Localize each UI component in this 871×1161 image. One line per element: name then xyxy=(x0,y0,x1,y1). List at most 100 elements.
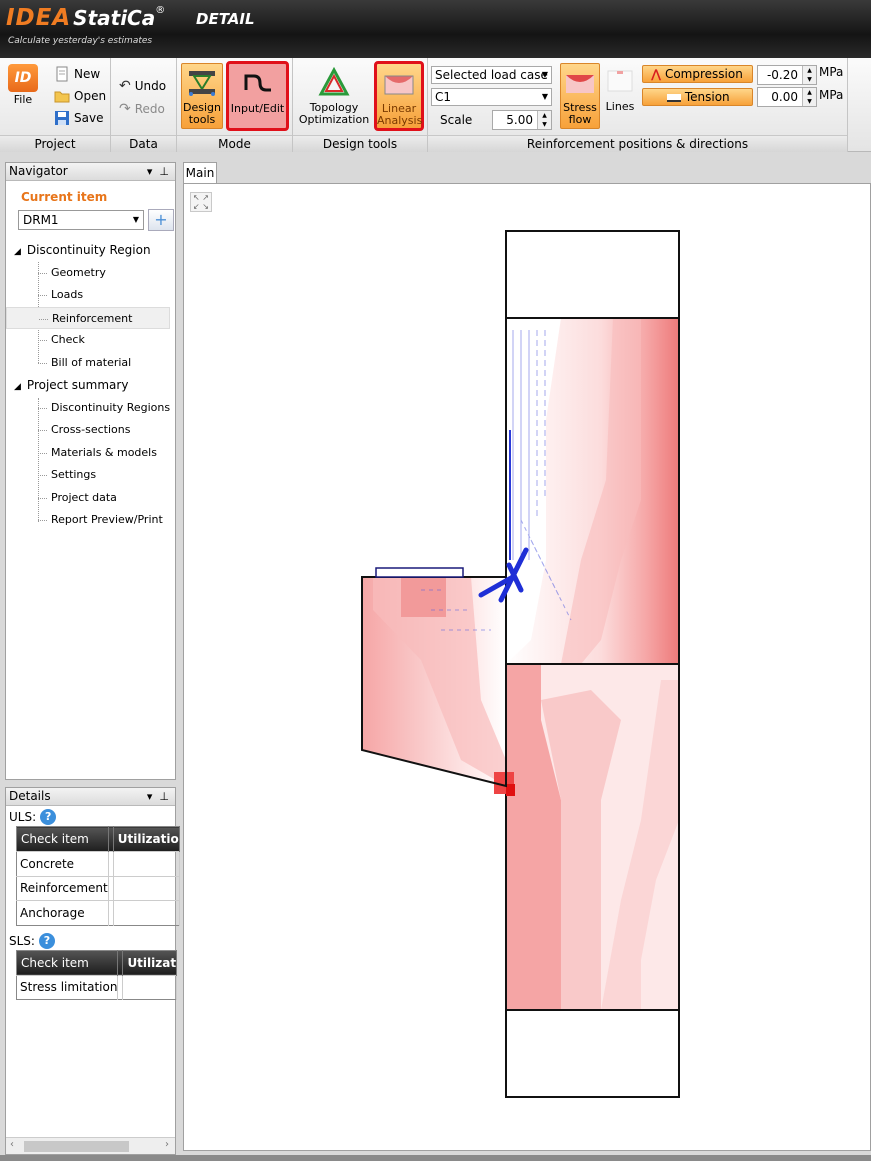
tension-label: Tension xyxy=(684,90,730,104)
scroll-thumb[interactable] xyxy=(24,1141,129,1152)
tree-item-check[interactable]: Check xyxy=(6,329,175,352)
col-utilization[interactable]: Utilizat xyxy=(122,950,178,975)
expand-triangle-icon[interactable]: ◢ xyxy=(14,247,21,257)
spinner-arrows-icon[interactable]: ▲ ▼ xyxy=(537,111,551,129)
help-icon[interactable]: ? xyxy=(40,809,57,825)
tree-label: Geometry xyxy=(51,265,106,279)
app-logo: IDEA StatiCa® xyxy=(6,5,165,31)
tree-item-reinforcement[interactable]: Reinforcement xyxy=(6,306,170,329)
tree-label: Materials & models xyxy=(51,445,157,459)
tree-discontinuity-region[interactable]: ◢ Discontinuity Region xyxy=(6,239,175,262)
expand-triangle-icon[interactable]: ◢ xyxy=(14,382,21,392)
utilization-cell xyxy=(113,900,180,925)
sls-section: SLS: ? xyxy=(6,930,175,950)
open-button[interactable]: Open xyxy=(54,88,106,104)
current-item-label: Current item xyxy=(21,190,108,204)
group-label-data: Data xyxy=(111,135,176,152)
tree-item-materials[interactable]: Materials & models xyxy=(6,442,175,465)
uls-label: ULS: xyxy=(9,810,37,824)
col-utilization[interactable]: Utilizatio xyxy=(113,826,180,852)
table-row[interactable]: Anchorage xyxy=(16,900,180,925)
details-header: Details ▾ ⊥ xyxy=(6,788,175,806)
load-case-type-select[interactable]: Selected load case ▼ xyxy=(431,66,552,84)
file-icon: ID xyxy=(8,64,38,92)
tree-item-loads[interactable]: Loads xyxy=(6,284,175,307)
linear-analysis-button[interactable]: Linear Analysis xyxy=(374,61,424,131)
bearing-stress xyxy=(401,577,446,617)
stress-flow-label: Stress flow xyxy=(563,101,597,126)
pin-icon[interactable]: ▾ ⊥ xyxy=(147,163,169,180)
chevron-down-icon: ▼ xyxy=(541,70,548,79)
tree-item-report[interactable]: Report Preview/Print xyxy=(6,509,175,532)
details-title: Details xyxy=(9,789,51,803)
table-row[interactable]: Stress limitation xyxy=(16,974,178,1000)
linear-analysis-icon xyxy=(384,75,414,95)
spinner-arrows-icon[interactable]: ▲ ▼ xyxy=(802,88,816,106)
tree-item-geometry[interactable]: Geometry xyxy=(6,262,175,285)
tree-label: Cross-sections xyxy=(51,423,131,436)
stress-flow-icon xyxy=(566,75,594,93)
corner-max-stress xyxy=(506,784,515,796)
save-button[interactable]: Save xyxy=(54,110,103,126)
pin-icon[interactable]: ▾ ⊥ xyxy=(147,788,169,805)
chevron-down-icon: ▼ xyxy=(541,92,548,101)
tree-label: Project data xyxy=(51,490,117,504)
stress-flow-button[interactable]: Stress flow xyxy=(560,63,600,129)
tension-limit-spinner[interactable]: 0.00 ▲ ▼ xyxy=(757,87,817,107)
lines-button[interactable]: Lines xyxy=(604,66,636,113)
table-row[interactable]: Reinforcement xyxy=(16,875,180,901)
file-button[interactable]: ID File xyxy=(4,64,42,106)
navigator-header: Navigator ▾ ⊥ xyxy=(6,163,175,181)
input-edit-button[interactable]: Input/Edit xyxy=(226,61,289,131)
tagline: Calculate yesterday's estimates xyxy=(8,36,153,46)
horizontal-scrollbar[interactable]: ‹ › xyxy=(6,1137,175,1154)
tab-main[interactable]: Main xyxy=(183,162,217,183)
scale-spinner[interactable]: 5.00 ▲ ▼ xyxy=(492,110,552,130)
redo-label: Redo xyxy=(134,102,165,116)
group-label-mode: Mode xyxy=(177,135,292,152)
new-button[interactable]: New xyxy=(54,66,100,82)
chevron-down-icon: ▼ xyxy=(132,215,139,224)
open-label: Open xyxy=(74,89,107,103)
logo-reg: ® xyxy=(155,5,166,16)
tension-button[interactable]: Tension xyxy=(642,88,753,106)
scale-label: Scale xyxy=(440,113,473,127)
spinner-arrows-icon[interactable]: ▲ ▼ xyxy=(802,66,816,84)
compression-limit-spinner[interactable]: -0.20 ▲ ▼ xyxy=(757,65,817,85)
tree-item-discontinuity-regions[interactable]: Discontinuity Regions xyxy=(6,397,175,420)
check-item-cell: Concrete xyxy=(16,851,109,876)
compression-button[interactable]: ⋀ Compression xyxy=(642,65,753,83)
load-case-select[interactable]: C1 ▼ xyxy=(431,88,552,106)
add-icon: + xyxy=(154,210,168,229)
module-name: DETAIL xyxy=(196,10,255,28)
redo-button[interactable]: ↷ Redo xyxy=(119,101,165,117)
status-bar xyxy=(0,1155,871,1161)
tree-item-cross-sections[interactable]: Cross-sections xyxy=(6,419,175,442)
group-label-reinforcement: Reinforcement positions & directions xyxy=(428,135,847,152)
tension-icon xyxy=(667,93,681,102)
col-check-item[interactable]: Check item xyxy=(16,826,109,852)
navigator-tree: ◢ Discontinuity Region Geometry Loads Rei… xyxy=(6,239,175,532)
current-item-select[interactable]: DRM1 ▼ xyxy=(18,210,144,230)
input-edit-icon xyxy=(244,74,271,92)
compression-icon: ⋀ xyxy=(651,67,662,81)
tree-item-project-data[interactable]: Project data xyxy=(6,487,175,510)
col-check-item[interactable]: Check item xyxy=(16,950,119,975)
topology-label: Topology Optimization xyxy=(298,101,370,126)
topology-optimization-button[interactable]: Topology Optimization xyxy=(296,66,372,126)
undo-button[interactable]: ↶ Undo xyxy=(119,78,166,94)
help-icon[interactable]: ? xyxy=(38,932,55,949)
tree-item-bill-of-material[interactable]: Bill of material xyxy=(6,352,175,375)
tree-label: Report Preview/Print xyxy=(51,513,163,526)
lines-label: Lines xyxy=(605,100,635,113)
tree-item-settings[interactable]: Settings xyxy=(6,464,175,487)
check-item-cell: Stress limitation xyxy=(16,974,119,1000)
scroll-left-icon[interactable]: ‹ xyxy=(10,1139,14,1150)
table-row[interactable]: Concrete xyxy=(16,851,180,876)
add-item-button[interactable]: + xyxy=(148,209,174,231)
scroll-right-icon[interactable]: › xyxy=(165,1139,169,1150)
drawing-canvas[interactable]: ↖ ↗ ↙ ↘ xyxy=(183,183,871,1151)
design-tools-mode-button[interactable]: Design tools xyxy=(181,63,223,129)
tree-project-summary[interactable]: ◢ Project summary xyxy=(6,374,175,397)
group-design-tools: Topology Optimization Linear Analysis De… xyxy=(293,58,428,152)
